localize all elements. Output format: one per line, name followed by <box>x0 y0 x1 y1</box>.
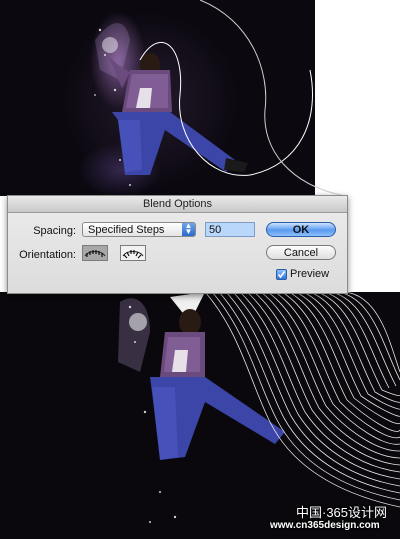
align-to-path-icon <box>122 250 144 259</box>
ok-button[interactable]: OK <box>266 222 336 237</box>
blend-options-dialog: Blend Options Spacing: Specified Steps ▲… <box>7 195 348 294</box>
watermark-url: www.cn365design.com <box>270 520 380 531</box>
preview-label: Preview <box>290 268 330 280</box>
orientation-align-to-path-button[interactable] <box>120 245 146 261</box>
align-to-page-icon <box>84 250 106 257</box>
cancel-button[interactable]: Cancel <box>266 245 336 260</box>
steps-input[interactable]: 50 <box>205 222 255 237</box>
orientation-label: Orientation: <box>19 249 76 261</box>
spacing-label: Spacing: <box>33 225 76 237</box>
watermark-site-name: 中国·365设计网 <box>296 505 388 520</box>
orientation-align-to-page-button[interactable] <box>82 245 108 261</box>
checkmark-icon <box>277 271 286 279</box>
dialog-title: Blend Options <box>8 196 347 213</box>
artwork-top-figure <box>94 0 346 196</box>
spacing-select-value: Specified Steps <box>88 224 165 236</box>
updown-arrows-icon: ▲ ▼ <box>182 222 195 236</box>
preview-checkbox[interactable] <box>276 269 287 280</box>
spacing-select[interactable]: Specified Steps ▲ ▼ <box>82 222 196 237</box>
